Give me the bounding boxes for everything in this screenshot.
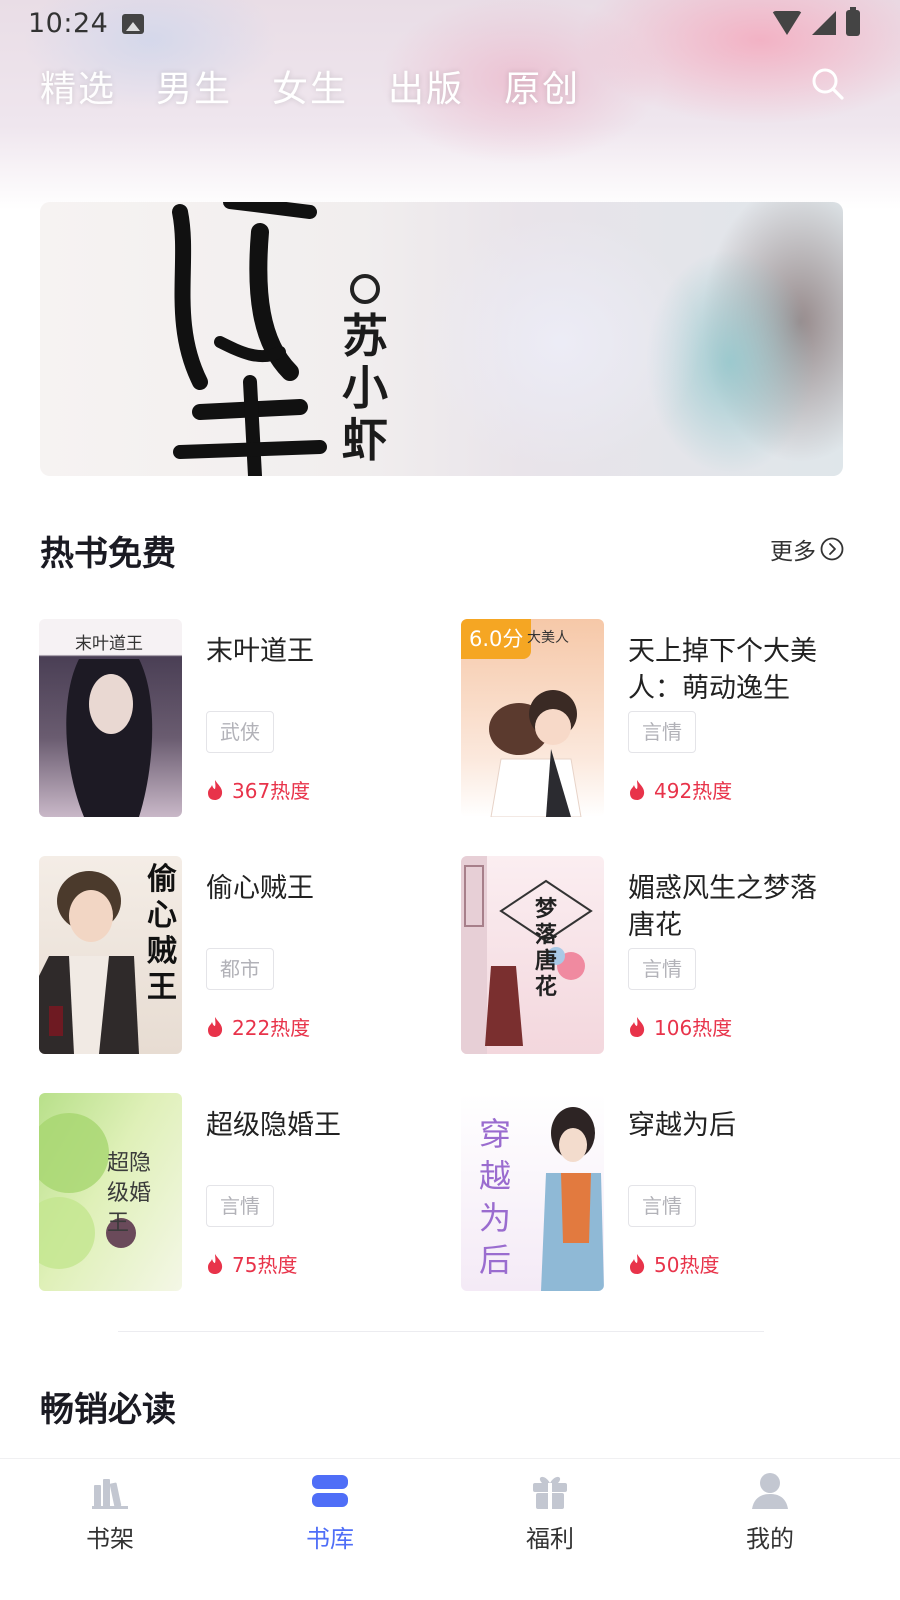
wifi-icon xyxy=(772,11,802,35)
book-title: 穿越为后 xyxy=(628,1110,736,1141)
fire-icon xyxy=(208,1016,223,1037)
status-bar: 10:24 xyxy=(0,0,900,50)
book-cover: 偷心贼王 xyxy=(39,856,182,1054)
fire-icon xyxy=(208,1253,223,1274)
cover-title: 偷心贼王 xyxy=(147,862,177,1005)
bottom-navigation: 书架 书库 福利 我的 xyxy=(0,1458,900,1600)
cover-title: 末叶道王 xyxy=(75,634,143,654)
nav-label: 我的 xyxy=(746,1525,794,1553)
book-card[interactable]: 梦落唐花 媚惑风生之梦落唐花 言情 106热度 xyxy=(461,856,861,1056)
book-card[interactable]: 6.0分 大美人 天上掉下个大美人：萌动逸生 言情 492热度 xyxy=(461,619,861,819)
score-badge: 6.0分 xyxy=(461,619,532,659)
section-title-hot-free: 热书免费 xyxy=(40,534,176,574)
book-title: 偷心贼王 xyxy=(206,873,314,904)
book-title: 末叶道王 xyxy=(206,636,314,667)
cover-title: 超隐级婚王 xyxy=(107,1151,152,1236)
banner-author: 苏小虾 xyxy=(342,309,388,467)
heat-indicator: 222热度 xyxy=(206,1012,310,1041)
more-label: 更多 xyxy=(770,539,816,565)
library-icon xyxy=(312,1475,348,1507)
heat-value: 492热度 xyxy=(654,779,733,803)
nav-label: 福利 xyxy=(526,1525,574,1553)
book-card[interactable]: 偷心贼王 偷心贼王 都市 222热度 xyxy=(39,856,439,1056)
heat-value: 222热度 xyxy=(232,1016,311,1040)
cover-title: 穿越为后 xyxy=(479,1115,512,1279)
tab-female[interactable]: 女生 xyxy=(272,60,348,112)
nav-item-bookshelf[interactable]: 书架 xyxy=(30,1459,190,1569)
bookshelf-icon xyxy=(92,1479,128,1509)
system-icons xyxy=(772,7,860,36)
banner-author-ring xyxy=(350,274,380,304)
fire-icon xyxy=(630,779,645,800)
battery-icon xyxy=(846,7,860,36)
status-time: 10:24 xyxy=(28,8,109,39)
heat-indicator: 106热度 xyxy=(628,1012,732,1041)
book-card[interactable]: 穿越为后 穿越为后 言情 50热度 xyxy=(461,1093,861,1293)
book-cover: 梦落唐花 xyxy=(461,856,604,1054)
tab-featured[interactable]: 精选 xyxy=(40,60,116,112)
calligraphy-artwork xyxy=(172,202,327,476)
genre-tag: 言情 xyxy=(628,711,696,753)
tab-publish[interactable]: 出版 xyxy=(388,60,464,112)
section-divider xyxy=(118,1331,764,1332)
promo-banner[interactable]: 苏小虾 xyxy=(40,202,843,476)
gift-icon xyxy=(533,1476,567,1509)
profile-icon xyxy=(752,1473,788,1509)
heat-value: 367热度 xyxy=(232,779,311,803)
heat-indicator: 492热度 xyxy=(628,775,732,804)
search-icon[interactable] xyxy=(810,66,846,102)
nav-label: 书库 xyxy=(306,1525,354,1553)
heat-value: 106热度 xyxy=(654,1016,733,1040)
book-title: 媚惑风生之梦落唐花 xyxy=(628,873,817,941)
cover-title: 大美人 xyxy=(527,630,569,646)
tab-original[interactable]: 原创 xyxy=(504,60,580,112)
book-cover: 6.0分 大美人 xyxy=(461,619,604,817)
cover-artwork xyxy=(461,856,593,1054)
heat-indicator: 75热度 xyxy=(206,1249,297,1278)
book-cover: 超隐级婚王 xyxy=(39,1093,182,1291)
more-button[interactable]: 更多 xyxy=(770,532,844,566)
fire-icon xyxy=(630,1253,645,1274)
book-cover: 末叶道王 xyxy=(39,619,182,817)
genre-tag: 言情 xyxy=(628,948,696,990)
heat-indicator: 50热度 xyxy=(628,1249,719,1278)
nav-item-library[interactable]: 书库 xyxy=(250,1459,410,1569)
fire-icon xyxy=(630,1016,645,1037)
gallery-notification-icon xyxy=(122,14,144,34)
cover-title: 梦落唐花 xyxy=(535,896,558,1000)
section-title-bestsellers: 畅销必读 xyxy=(40,1390,176,1430)
category-tabs: 精选 男生 女生 出版 原创 xyxy=(40,60,580,112)
book-cover: 穿越为后 xyxy=(461,1093,604,1291)
book-card[interactable]: 超隐级婚王 超级隐婚王 言情 75热度 xyxy=(39,1093,439,1293)
book-title: 超级隐婚王 xyxy=(206,1110,341,1141)
genre-tag: 都市 xyxy=(206,948,274,990)
nav-label: 书架 xyxy=(86,1525,134,1553)
tab-male[interactable]: 男生 xyxy=(156,60,232,112)
chevron-right-circle-icon xyxy=(820,537,844,561)
heat-indicator: 367热度 xyxy=(206,775,310,804)
genre-tag: 武侠 xyxy=(206,711,274,753)
genre-tag: 言情 xyxy=(628,1185,696,1227)
nav-item-profile[interactable]: 我的 xyxy=(690,1459,850,1569)
heat-value: 50热度 xyxy=(654,1253,720,1277)
fire-icon xyxy=(208,779,223,800)
book-card[interactable]: 末叶道王 末叶道王 武侠 367热度 xyxy=(39,619,439,819)
nav-item-welfare[interactable]: 福利 xyxy=(470,1459,630,1569)
book-title: 天上掉下个大美人：萌动逸生 xyxy=(628,636,817,704)
heat-value: 75热度 xyxy=(232,1253,298,1277)
genre-tag: 言情 xyxy=(206,1185,274,1227)
signal-icon xyxy=(812,11,836,35)
